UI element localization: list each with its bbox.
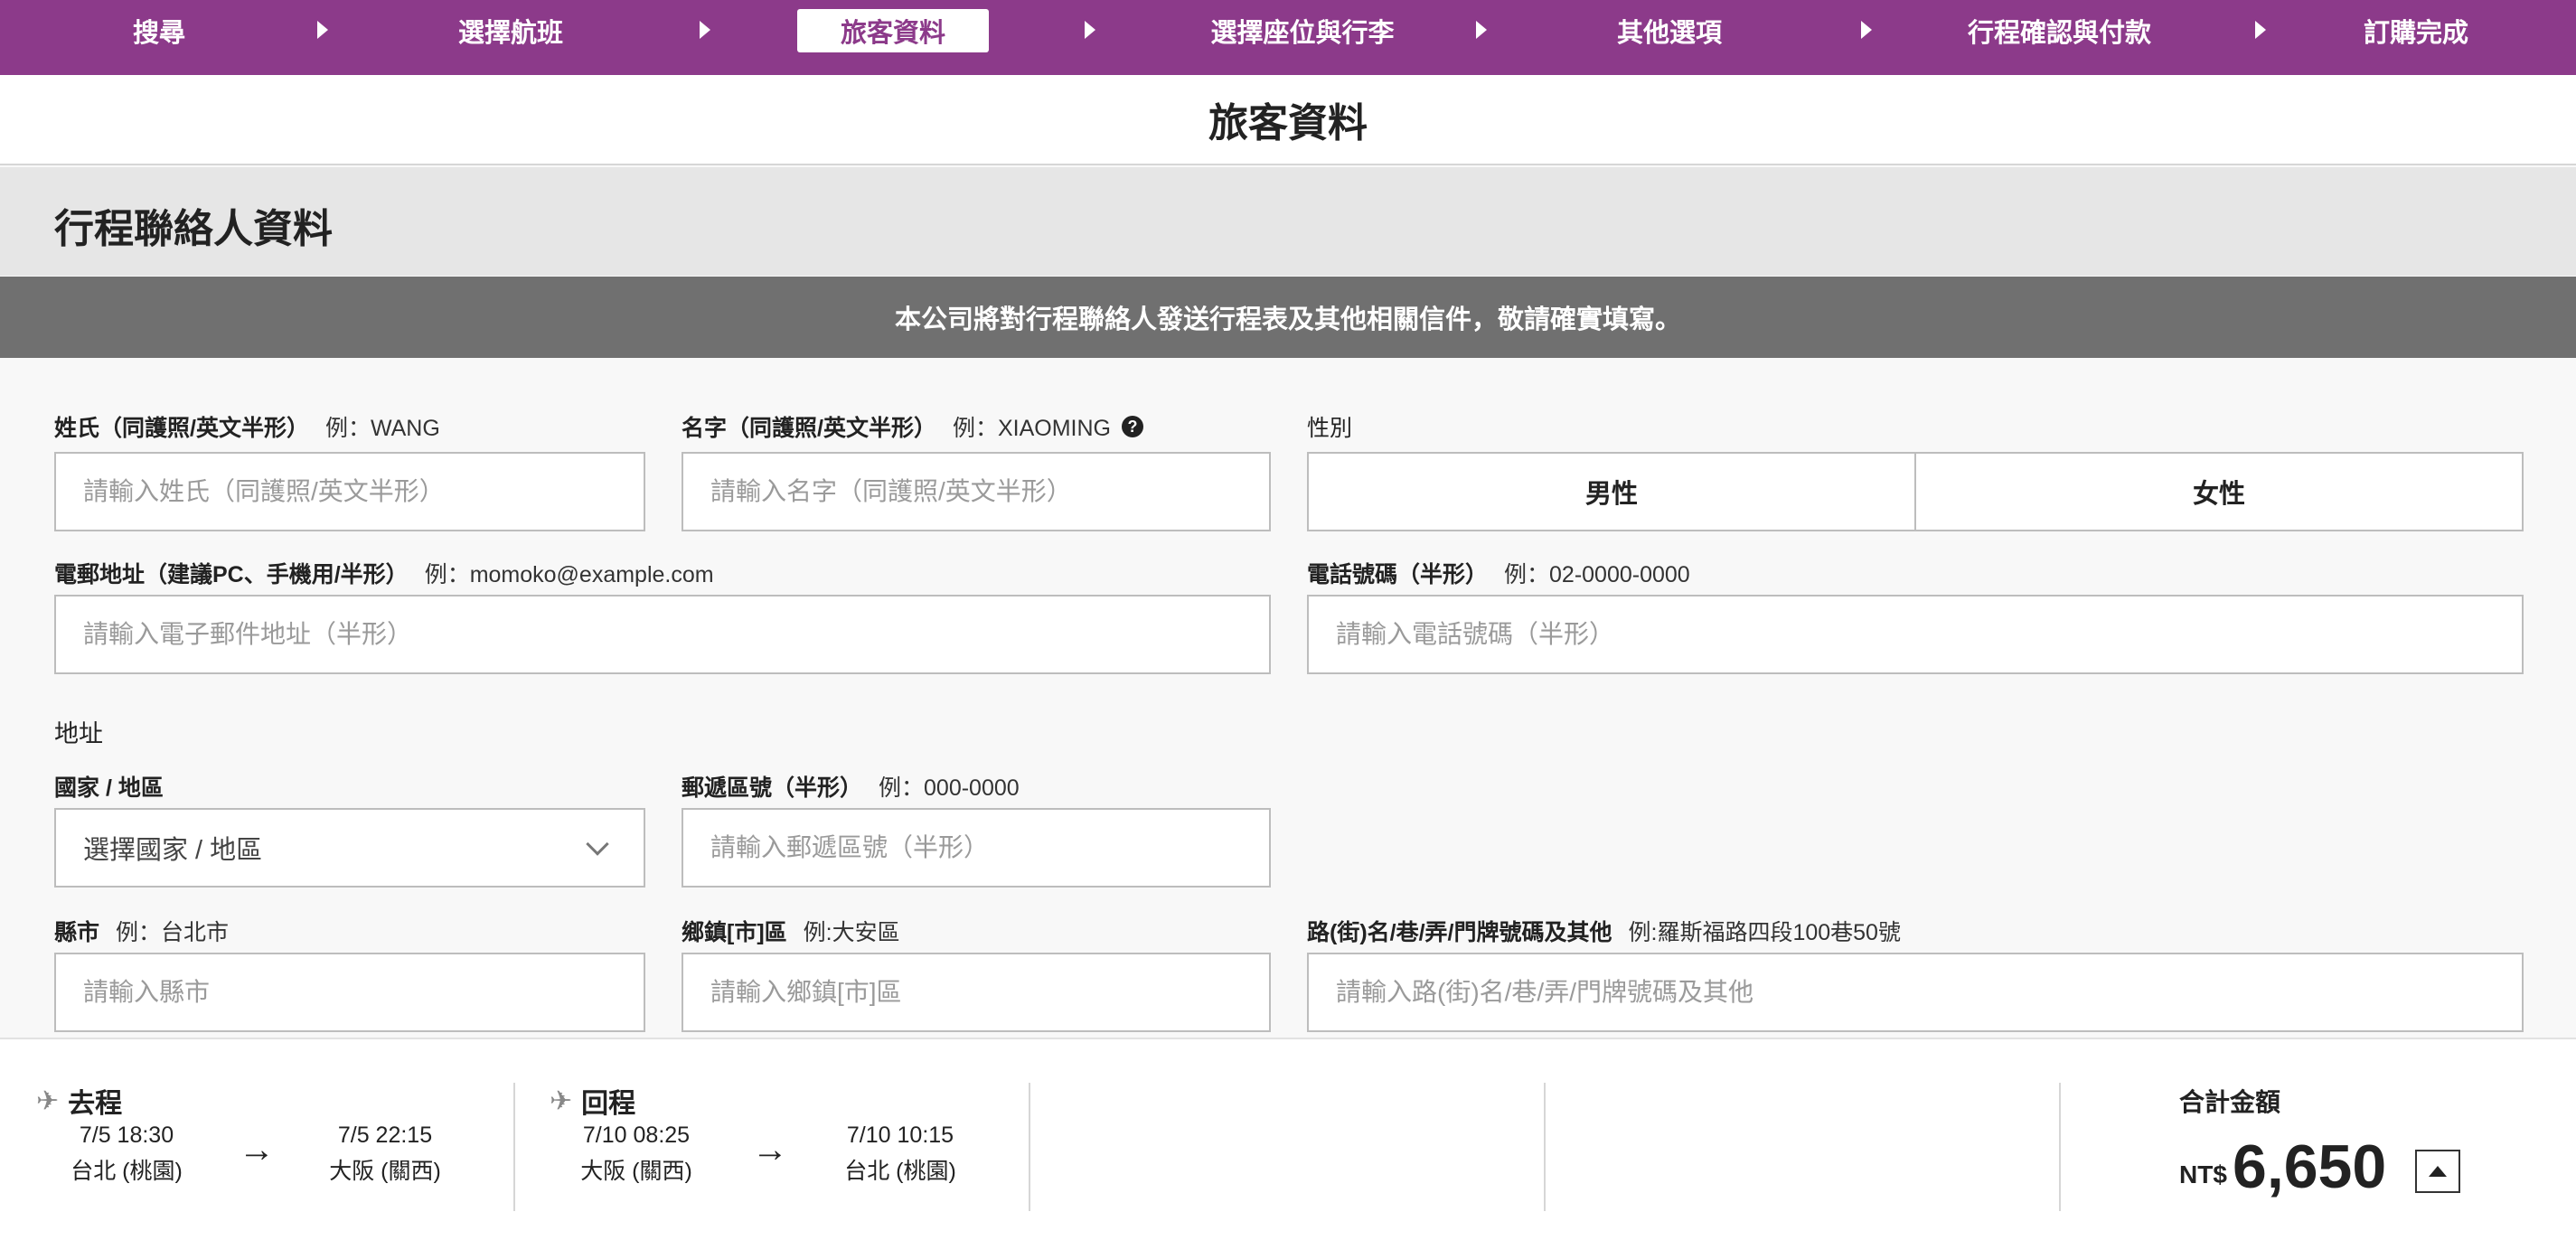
section-header: 行程聯絡人資料 (0, 167, 2576, 276)
step-arrow-icon (317, 21, 328, 39)
inbound-departure-city: 大阪 (關西) (580, 1159, 692, 1184)
inbound-leg: ✈ 回程 7/10 08:25 大阪 (關西) → 7/10 10:15 台北 … (515, 1039, 1030, 1240)
country-label-row: 國家 / 地區 (54, 770, 164, 803)
last-name-input[interactable] (54, 452, 645, 531)
total-currency: NT$ (2179, 1160, 2227, 1188)
divider (1544, 1083, 1546, 1211)
step-arrow-icon (1476, 21, 1487, 39)
email-input[interactable] (54, 595, 1271, 674)
city-input[interactable] (54, 953, 645, 1032)
email-label: 電郵地址（建議PC、手機用/半形） (54, 562, 409, 587)
contact-form: 姓氏（同護照/英文半形） 例：WANG 名字（同護照/英文半形） 例：XIAOM… (0, 358, 2576, 1038)
step-search: 搜尋 (132, 19, 185, 48)
postal-label: 郵遞區號（半形） (682, 775, 863, 801)
outbound-arrival-city: 大阪 (關西) (329, 1159, 441, 1184)
booking-summary-bar: ✈ 去程 7/5 18:30 台北 (桃園) → 7/5 22:15 大阪 (關… (0, 1038, 2576, 1240)
outbound-departure-time: 7/5 18:30 (79, 1123, 174, 1148)
postal-code-input[interactable] (682, 808, 1271, 888)
first-name-label: 名字（同護照/英文半形） (682, 416, 936, 441)
city-label: 縣市 (54, 920, 100, 945)
first-name-example: 例：XIAOMING (952, 416, 1111, 441)
inbound-title: 回程 (581, 1089, 636, 1119)
divider (1029, 1083, 1030, 1211)
street-label: 路(街)名/巷/弄/門牌號碼及其他 (1307, 920, 1612, 945)
outbound-header: ✈ 去程 (36, 1081, 122, 1121)
page-title: 旅客資料 (1208, 101, 1368, 146)
step-passenger-info: 旅客資料 (797, 9, 989, 52)
outbound-leg: ✈ 去程 7/5 18:30 台北 (桃園) → 7/5 22:15 大阪 (關… (0, 1039, 515, 1240)
postal-example: 例：000-0000 (879, 775, 1020, 801)
street-example: 例:羅斯福路四段100巷50號 (1628, 920, 1901, 945)
caret-up-icon (2429, 1166, 2447, 1177)
progress-stepbar: 搜尋 選擇航班 旅客資料 選擇座位與行李 其他選項 行程確認與付款 訂購完成 (0, 0, 2576, 75)
last-name-example: 例：WANG (324, 416, 440, 441)
plane-icon: ✈ (36, 1085, 60, 1116)
notice-banner: 本公司將對行程聯絡人發送行程表及其他相關信件，敬請確實填寫。 (0, 277, 2576, 358)
first-name-label-row: 名字（同護照/英文半形） 例：XIAOMING ? (682, 410, 1143, 443)
district-label-row: 鄉鎮[市]區 例:大安區 (682, 915, 900, 947)
first-name-input[interactable] (682, 452, 1271, 531)
total-amount: 6,650 (2233, 1132, 2387, 1201)
phone-label: 電話號碼（半形） (1307, 562, 1489, 587)
plane-icon: ✈ (550, 1085, 573, 1116)
inbound-arrival-city: 台北 (桃園) (844, 1159, 956, 1184)
gender-toggle: 男性 女性 (1307, 452, 2524, 531)
city-example: 例：台北市 (116, 920, 230, 945)
last-name-label: 姓氏（同護照/英文半形） (54, 416, 309, 441)
phone-input[interactable] (1307, 595, 2524, 674)
step-complete: 訂購完成 (2363, 19, 2468, 48)
chevron-down-icon (586, 832, 609, 856)
step-select-flight: 選擇航班 (457, 19, 563, 48)
inbound-departure-time: 7/10 08:25 (582, 1123, 691, 1148)
country-select[interactable]: 選擇國家 / 地區 (54, 808, 645, 888)
step-arrow-icon (1861, 21, 1872, 39)
phone-example: 例：02-0000-0000 (1504, 562, 1690, 587)
address-label: 地址 (54, 720, 103, 747)
arrow-right-icon: → (239, 1130, 275, 1170)
street-input[interactable] (1307, 953, 2524, 1032)
postal-label-row: 郵遞區號（半形） 例：000-0000 (682, 770, 1020, 803)
expand-summary-button[interactable] (2415, 1150, 2460, 1193)
question-circle-icon[interactable]: ? (1121, 416, 1143, 437)
step-arrow-icon (700, 21, 710, 39)
district-input[interactable] (682, 953, 1271, 1032)
inbound-arrival-time: 7/10 10:15 (846, 1123, 954, 1148)
country-label: 國家 / 地區 (54, 775, 164, 801)
total-label: 合計金額 (2179, 1088, 2281, 1116)
district-label: 鄉鎮[市]區 (682, 920, 787, 945)
page-title-bar: 旅客資料 (0, 75, 2576, 165)
gender-label-row: 性別 (1307, 410, 1352, 443)
phone-label-row: 電話號碼（半形） 例：02-0000-0000 (1307, 557, 1690, 589)
country-select-value: 選擇國家 / 地區 (83, 836, 263, 865)
step-confirm-pay: 行程確認與付款 (1967, 19, 2151, 48)
last-name-label-row: 姓氏（同護照/英文半形） 例：WANG (54, 410, 440, 443)
arrow-right-icon: → (752, 1130, 788, 1170)
divider (2059, 1083, 2061, 1211)
email-example: 例：momoko@example.com (424, 562, 714, 587)
outbound-arrival-time: 7/5 22:15 (337, 1123, 433, 1148)
gender-male-button[interactable]: 男性 (1309, 454, 1914, 530)
step-options: 其他選項 (1616, 19, 1722, 48)
street-label-row: 路(街)名/巷/弄/門牌號碼及其他 例:羅斯福路四段100巷50號 (1307, 915, 1901, 947)
gender-label: 性別 (1307, 416, 1353, 441)
gender-female-button[interactable]: 女性 (1914, 454, 2522, 530)
outbound-departure-city: 台北 (桃園) (71, 1159, 183, 1184)
inbound-header: ✈ 回程 (550, 1081, 635, 1121)
step-arrow-icon (1085, 21, 1095, 39)
outbound-title: 去程 (68, 1089, 123, 1119)
step-seat-baggage: 選擇座位與行李 (1210, 19, 1395, 48)
city-label-row: 縣市 例：台北市 (54, 915, 229, 947)
section-title: 行程聯絡人資料 (54, 207, 333, 251)
district-example: 例:大安區 (803, 920, 900, 945)
email-label-row: 電郵地址（建議PC、手機用/半形） 例：momoko@example.com (54, 557, 714, 589)
step-arrow-icon (2255, 21, 2266, 39)
